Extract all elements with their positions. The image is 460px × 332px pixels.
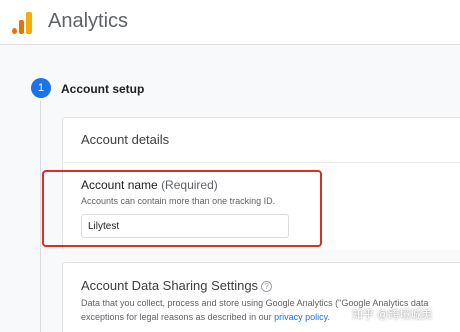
step-title: Account setup	[61, 82, 145, 96]
data-sharing-heading-text: Account Data Sharing Settings	[81, 278, 259, 293]
account-name-hint: Accounts can contain more than one track…	[81, 196, 276, 206]
account-name-input[interactable]	[81, 214, 289, 238]
step-number-badge: 1	[31, 78, 51, 98]
card-divider	[62, 162, 460, 163]
account-name-label-text: Account name	[81, 178, 158, 192]
privacy-policy-link[interactable]: privacy policy	[274, 312, 327, 322]
data-sharing-text-suffix: .	[327, 312, 330, 322]
required-label: (Required)	[161, 178, 218, 192]
data-sharing-heading: Account Data Sharing Settings?	[81, 278, 273, 293]
data-sharing-text-prefix: exceptions for legal reasons as describe…	[81, 312, 275, 322]
stepper-line	[40, 100, 41, 332]
account-details-heading: Account details	[81, 132, 170, 147]
top-app-bar: Analytics	[0, 0, 460, 45]
analytics-logo-icon[interactable]	[12, 10, 34, 34]
help-icon[interactable]: ?	[261, 281, 273, 292]
account-name-label: Account name (Required)	[81, 178, 218, 192]
watermark: 知乎 @跨境城美	[352, 309, 433, 321]
app-title: Analytics	[48, 10, 129, 32]
